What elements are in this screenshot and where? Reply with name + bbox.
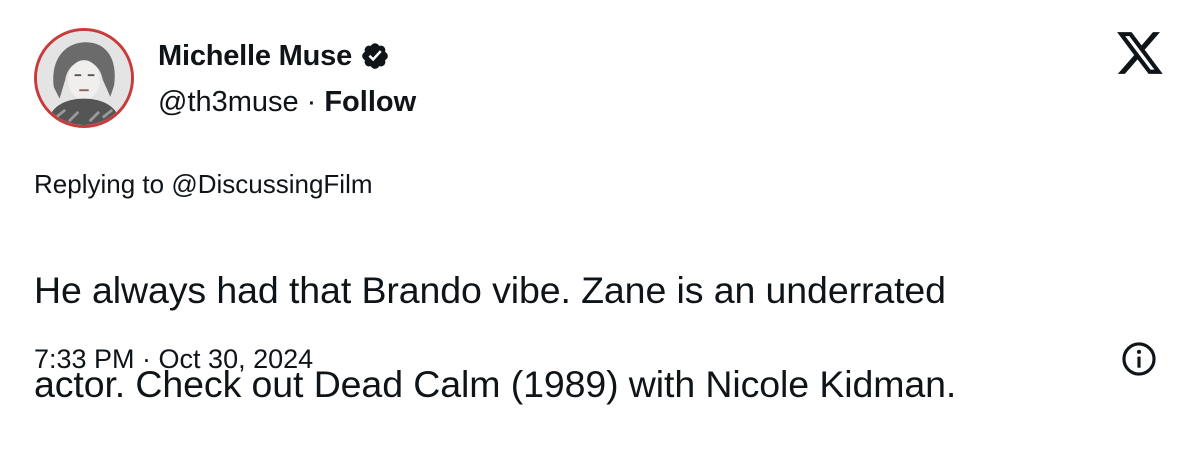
reply-prefix: Replying to [34,169,165,199]
reply-mention-link[interactable]: @DiscussingFilm [171,169,372,199]
x-logo-icon[interactable] [1115,30,1165,76]
tweet-text: He always had that Brando vibe. Zane is … [34,220,1134,455]
display-name[interactable]: Michelle Muse [158,38,352,74]
avatar[interactable] [34,28,134,128]
avatar-photo [37,31,131,125]
follow-button[interactable]: Follow [324,84,416,120]
verified-badge-icon [360,41,390,71]
info-icon[interactable] [1120,340,1158,378]
tweet-card: Michelle Muse @th3muse · Follow Replying… [0,0,1200,418]
author-handle-row: @th3muse · Follow [158,84,416,120]
reply-context: Replying to @DiscussingFilm [34,168,373,200]
tweet-text-line: He always had that Brando vibe. Zane is … [34,269,946,311]
author-handle[interactable]: @th3muse [158,84,299,120]
author-name-row: Michelle Muse [158,38,390,74]
separator-dot: · [306,86,317,118]
tweet-timestamp[interactable]: 7:33 PM · Oct 30, 2024 [34,342,313,376]
